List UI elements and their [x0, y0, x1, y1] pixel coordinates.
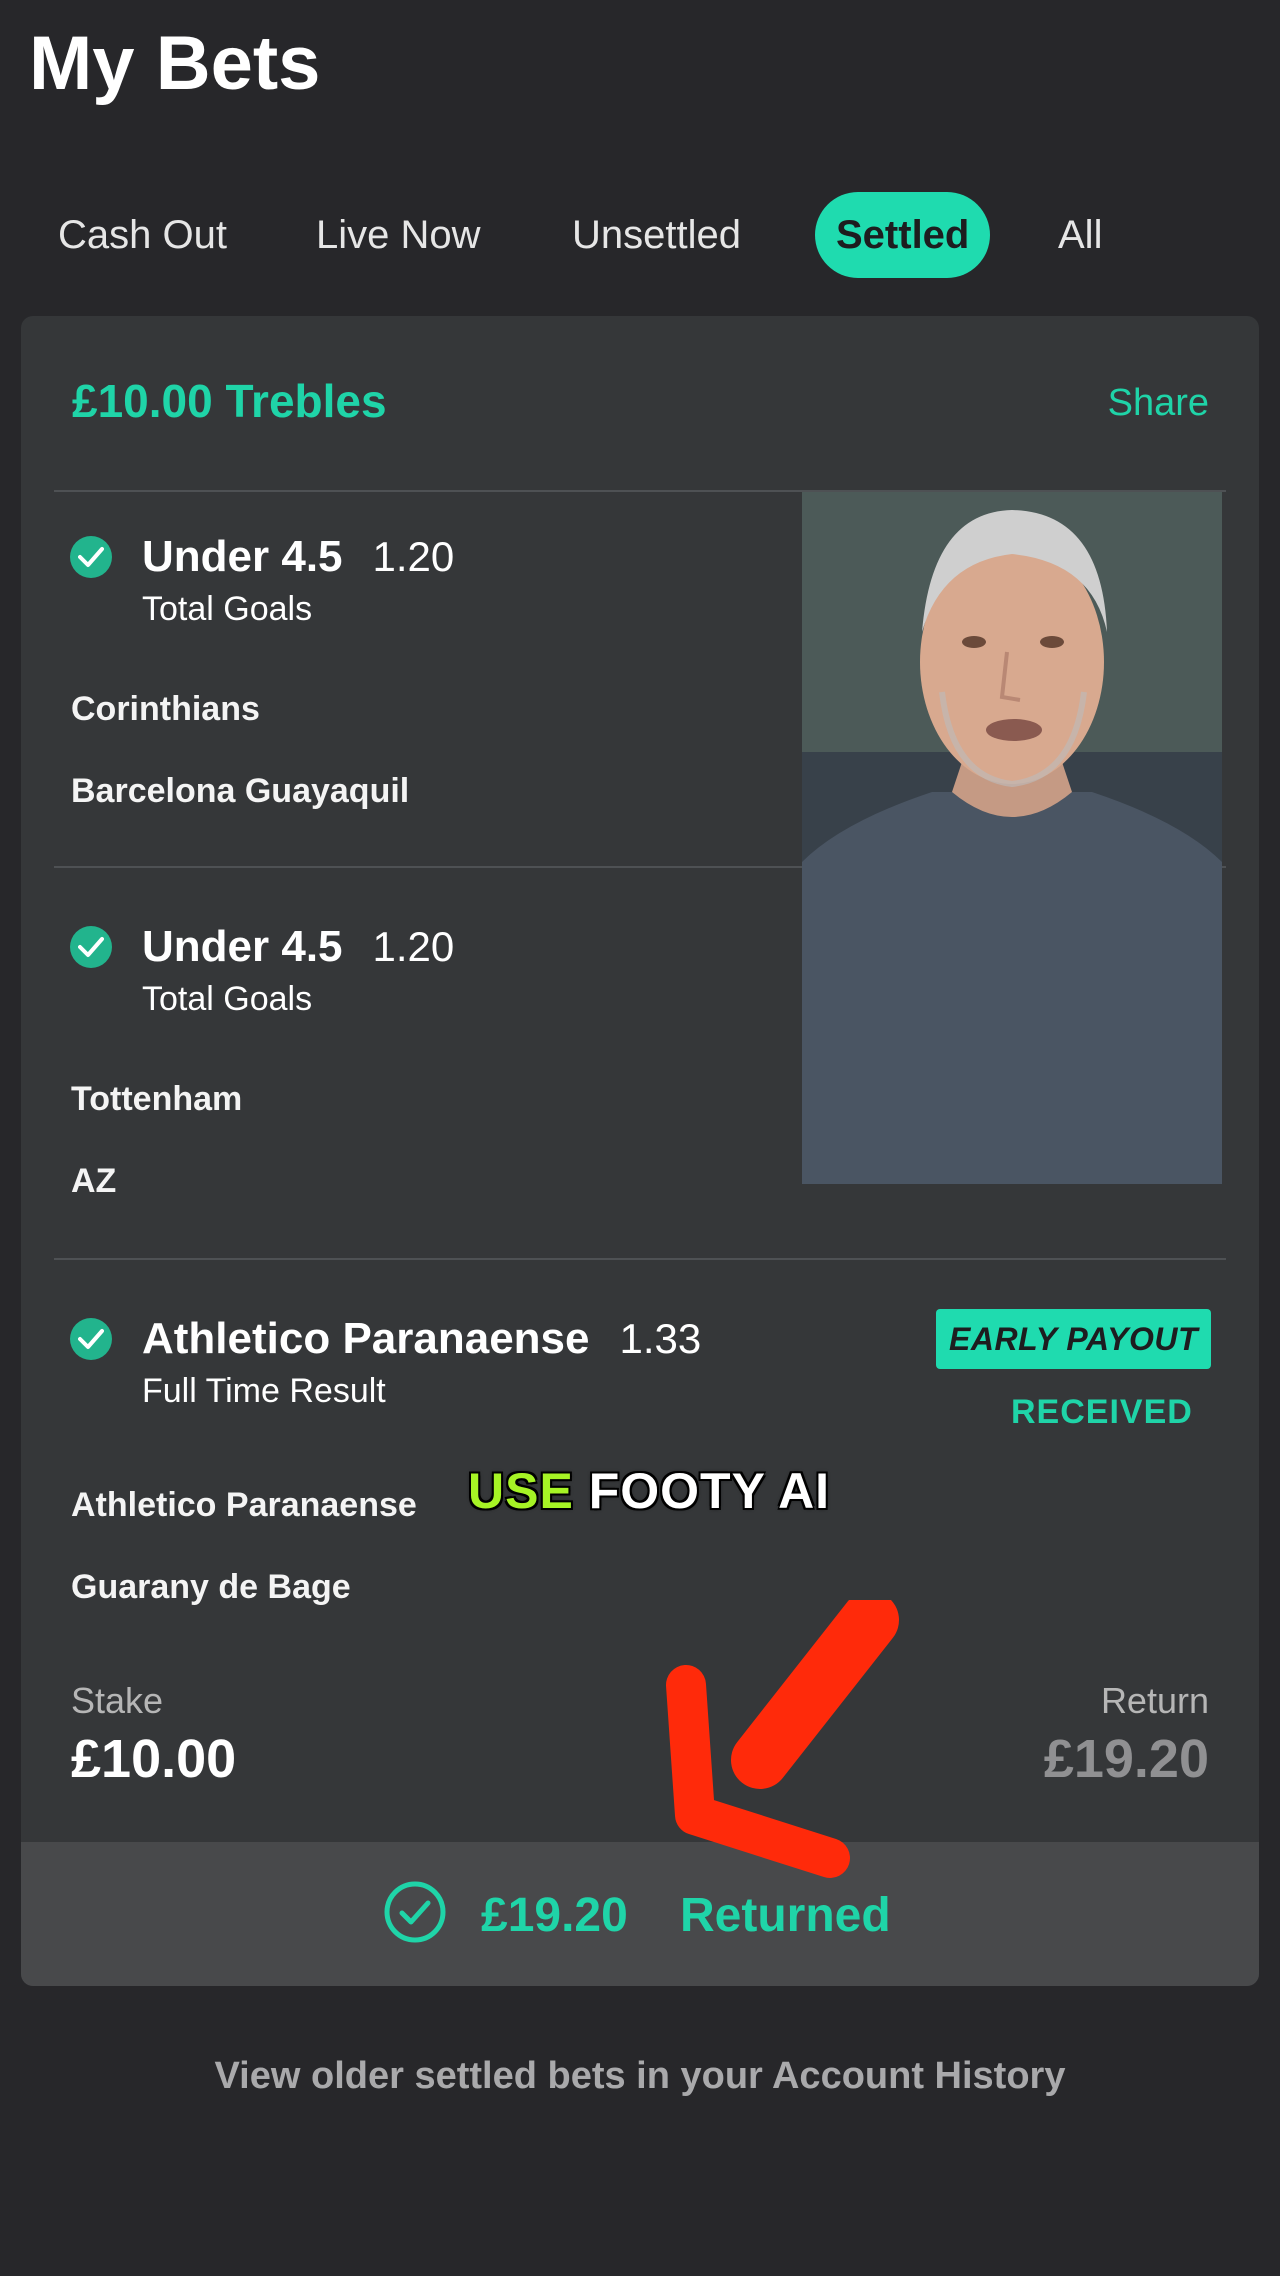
tab-cash-out[interactable]: Cash Out [58, 192, 227, 278]
video-caption: USE FOOTY AI [468, 1463, 831, 1519]
check-circle-icon [70, 536, 112, 578]
account-history-link[interactable]: View older settled bets in your Account … [0, 2055, 1280, 2098]
selection-odds: 1.33 [619, 1315, 702, 1362]
presenter-image [802, 492, 1222, 1184]
team-home: Athletico Paranaense [71, 1486, 417, 1524]
bet-title: £10.00 Trebles [72, 375, 387, 427]
tab-unsettled[interactable]: Unsettled [572, 192, 741, 278]
team-home: Corinthians [71, 690, 260, 728]
check-circle-icon [70, 926, 112, 968]
team-away: Guarany de Bage [71, 1568, 351, 1606]
team-away: AZ [71, 1162, 117, 1200]
early-payout-status: RECEIVED [1011, 1393, 1193, 1431]
team-away: Barcelona Guayaquil [71, 772, 410, 810]
tab-all[interactable]: All [1058, 192, 1102, 278]
team-home: Tottenham [71, 1080, 243, 1118]
selection-name: Under 4.5 1.20 [142, 922, 455, 971]
selection-market: Total Goals [142, 980, 313, 1018]
early-payout-badge: EARLY PAYOUT [936, 1309, 1211, 1369]
stake-value: £10.00 [71, 1729, 237, 1789]
selection-market: Full Time Result [142, 1372, 386, 1410]
stake-label: Stake [71, 1680, 164, 1721]
returned-label: Returned [680, 1889, 891, 1942]
tab-live-now[interactable]: Live Now [316, 192, 481, 278]
my-bets-page: My Bets Cash Out Live Now Unsettled Sett… [0, 0, 1280, 2276]
divider [54, 1258, 1226, 1260]
selection-odds: 1.20 [372, 533, 455, 580]
check-circle-icon [70, 1318, 112, 1360]
bet-tabs: Cash Out Live Now Unsettled Settled All [0, 192, 1280, 278]
selection-name: Athletico Paranaense 1.33 [142, 1314, 702, 1363]
check-circle-outline-icon [384, 1881, 446, 1943]
selection-odds: 1.20 [372, 923, 455, 970]
return-value: £19.20 [1043, 1729, 1209, 1789]
red-arrow-annotation [666, 1600, 899, 1878]
tab-settled[interactable]: Settled [815, 192, 991, 278]
page-title: My Bets [29, 21, 321, 106]
selection-market: Total Goals [142, 590, 313, 628]
returned-amount: £19.20 [481, 1889, 628, 1942]
return-label: Return [1100, 1680, 1209, 1721]
selection-name: Under 4.5 1.20 [142, 532, 455, 581]
presenter-video-overlay [802, 492, 1222, 1184]
share-link[interactable]: Share [1108, 382, 1209, 425]
